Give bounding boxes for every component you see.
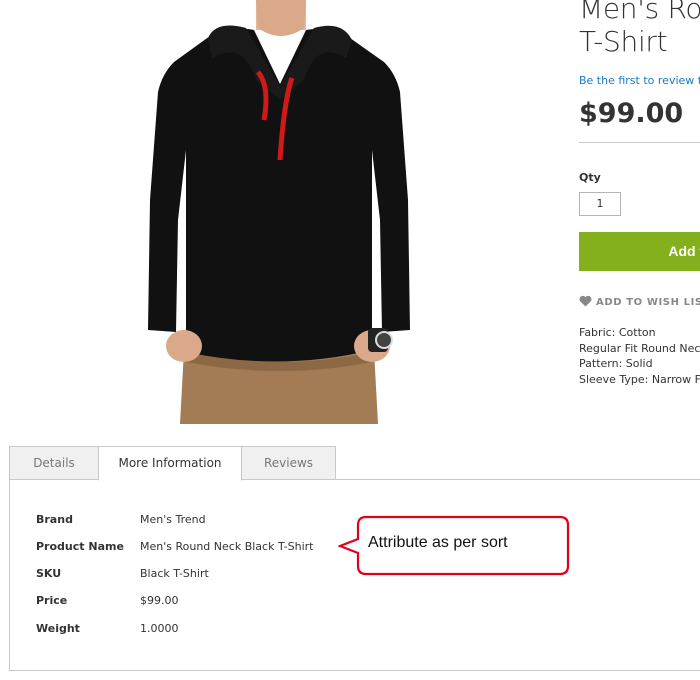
attribute-value: Black T-Shirt [140,567,209,580]
spec-item: Fabric: Cotton [579,326,656,339]
product-price: $99.00 [579,98,684,129]
tab-details[interactable]: Details [9,446,99,480]
attribute-label: Price [36,594,68,607]
attribute-value: 1.0000 [140,622,179,635]
callout-text: Attribute as per sort [368,534,508,551]
add-to-wishlist-link[interactable]: ADD TO WISH LIST [579,295,700,308]
attribute-value: Men's Trend [140,513,206,526]
qty-input[interactable]: 1 [579,192,621,216]
product-specs: Fabric: Cotton Regular Fit Round Neck T-… [579,325,700,387]
heart-icon [579,295,592,307]
attribute-label: Weight [36,622,80,635]
product-title-line2: T-Shirt [579,25,668,58]
tab-more-information[interactable]: More Information [98,446,242,481]
wishlist-label: ADD TO WISH LIST [596,297,700,308]
attribute-label: Brand [36,513,73,526]
attribute-label: Product Name [36,540,124,553]
product-title: Men's Round T-Shirt [579,0,700,58]
product-title-line1: Men's Round [579,0,700,25]
review-link[interactable]: Be the first to review this product [579,74,700,87]
product-image [146,0,412,424]
spec-item: Sleeve Type: Narrow Full Sleeve [579,372,700,386]
add-to-cart-button[interactable]: Add to Cart [579,232,700,271]
attribute-value: $99.00 [140,594,179,607]
annotation-callout: Attribute as per sort [338,515,570,576]
attribute-label: SKU [36,567,62,580]
spec-item: Regular Fit Round Neck T-Shirt [579,341,700,355]
tab-reviews[interactable]: Reviews [241,446,336,480]
divider [579,142,700,143]
attribute-value: Men's Round Neck Black T-Shirt [140,540,314,553]
spec-item: Pattern: Solid [579,357,653,370]
qty-label: Qty [579,171,601,184]
product-info: Men's Round T-Shirt Be the first to revi… [579,0,700,400]
